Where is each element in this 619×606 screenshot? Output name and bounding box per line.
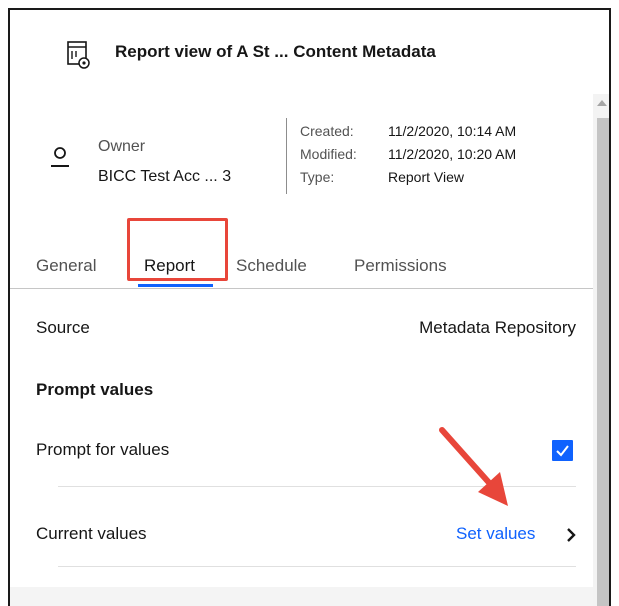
meta-value: 11/2/2020, 10:20 AM — [388, 146, 517, 162]
tab-bar: General Report Schedule Permissions — [10, 242, 593, 289]
tab-general[interactable]: General — [36, 256, 96, 276]
active-tab-indicator — [138, 284, 213, 287]
meta-key: Created: — [300, 123, 354, 139]
meta-key: Modified: — [300, 146, 357, 162]
source-label: Source — [36, 318, 90, 337]
row-divider — [58, 566, 576, 567]
meta-modified-row: Modified: 11/2/2020, 10:20 AM — [300, 143, 516, 166]
owner-name: BICC Test Acc ... 3 — [98, 168, 232, 185]
panel-footer — [10, 587, 593, 606]
panel-title: Report view of A St ... Content Metadata — [115, 42, 436, 61]
tab-permissions[interactable]: Permissions — [354, 256, 447, 276]
current-values-label: Current values — [36, 524, 147, 543]
prompt-for-values-label: Prompt for values — [36, 440, 170, 459]
tab-schedule[interactable]: Schedule — [236, 256, 307, 276]
scrollbar-thumb[interactable] — [597, 118, 609, 606]
prompt-for-values-checkbox[interactable] — [552, 440, 573, 461]
meta-key: Type: — [300, 169, 335, 185]
scroll-up-arrow-icon[interactable] — [597, 100, 607, 106]
user-icon — [50, 146, 70, 168]
prompt-values-heading: Prompt values — [36, 380, 154, 399]
owner-label: Owner — [98, 138, 146, 155]
meta-type-row: Type: Report View — [300, 166, 516, 189]
panel-header: Report view of A St ... Content Metadata — [10, 10, 609, 90]
row-divider — [58, 486, 576, 487]
panel-content: Owner BICC Test Acc ... 3 Created: 11/2/… — [10, 94, 593, 606]
meta-created-row: Created: 11/2/2020, 10:14 AM — [300, 120, 516, 143]
owner-meta-divider — [286, 118, 287, 194]
meta-value: 11/2/2020, 10:14 AM — [388, 123, 517, 139]
metadata-list: Created: 11/2/2020, 10:14 AM Modified: 1… — [300, 120, 516, 189]
report-view-icon — [66, 40, 92, 70]
meta-value: Report View — [388, 169, 465, 185]
source-value: Metadata Repository — [419, 318, 576, 337]
annotation-highlight-box — [127, 218, 228, 281]
set-values-link[interactable]: Set values — [456, 524, 535, 544]
chevron-right-icon[interactable] — [565, 527, 577, 543]
properties-panel: Report view of A St ... Content Metadata… — [8, 8, 611, 606]
